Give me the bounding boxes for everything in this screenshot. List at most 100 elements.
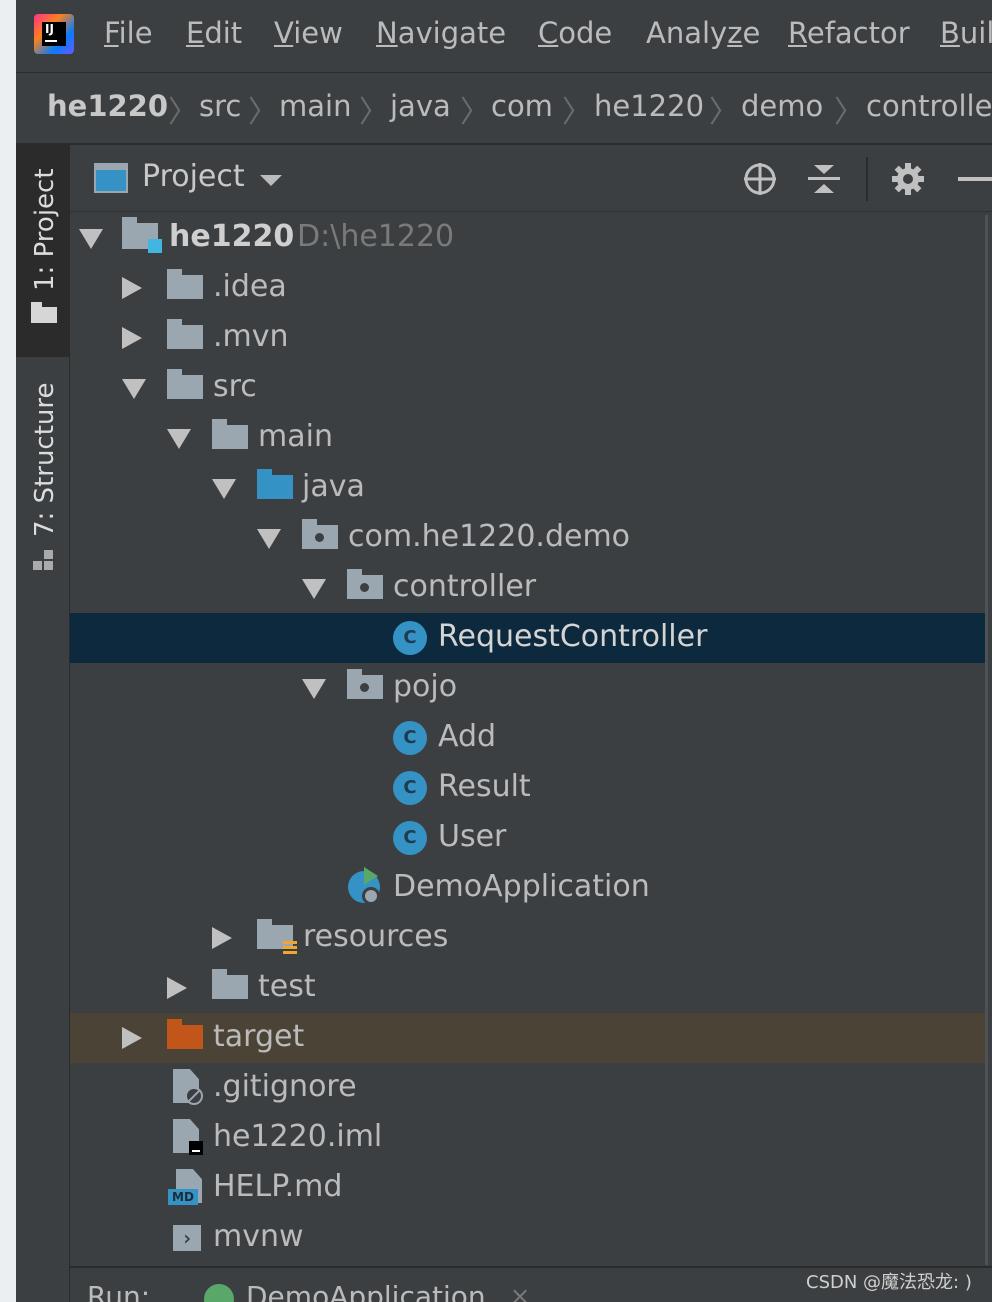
menu-edit[interactable]: Edit [186,16,242,50]
run-tab-demo-application[interactable]: DemoApplication [246,1280,486,1302]
tree-node-help[interactable]: MD HELP.md [70,1163,985,1213]
tree-label-request-controller: RequestController [438,619,708,654]
tree-label-mvnw: mvnw [213,1219,304,1254]
tree-label-iml: he1220.iml [213,1119,383,1154]
minimize-icon[interactable] [956,159,992,199]
expand-arrow-icon[interactable] [79,229,103,249]
close-icon[interactable]: × [510,1282,530,1302]
breadcrumb: he1220 〉 src 〉 main 〉 java 〉 com 〉 he122… [16,73,992,145]
tree-node-java[interactable]: java [70,463,985,513]
menu-code-label: ode [558,16,613,50]
ide-window: IJ File Edit View Navigate Code Analyze … [16,0,992,1302]
tree-node-package[interactable]: com.he1220.demo [70,513,985,563]
menu-code[interactable]: Code [538,16,612,50]
menu-navigate[interactable]: Navigate [376,16,506,50]
locate-icon[interactable] [740,159,780,199]
tree-node-main[interactable]: main [70,413,985,463]
menu-view[interactable]: View [274,16,343,50]
module-folder-icon [122,217,162,253]
collapse-arrow-icon[interactable] [122,1027,142,1049]
expand-arrow-icon[interactable] [122,379,146,399]
menu-file[interactable]: File [104,16,153,50]
tree-label-help: HELP.md [213,1169,343,1204]
tree-node-idea[interactable]: .idea [70,263,985,313]
tree-node-target[interactable]: target [70,1013,985,1063]
spring-boot-application-icon [348,867,382,905]
tree-node-test[interactable]: test [70,963,985,1013]
breadcrumb-item-he1220[interactable]: he1220 [594,89,704,123]
folder-icon [212,969,248,999]
expand-arrow-icon[interactable] [302,679,326,699]
intellij-logo-icon: IJ [34,14,74,54]
collapse-arrow-icon[interactable] [122,327,142,349]
folder-icon [212,419,248,449]
tree-node-iml[interactable]: he1220.iml [70,1113,985,1163]
menu-code-mnemonic: C [538,16,559,50]
menu-refactor-mnemonic: R [788,16,807,50]
menu-file-label: ile [118,16,153,50]
tree-node-demo-application[interactable]: DemoApplication [70,863,985,913]
tree-label-add: Add [438,719,497,754]
tree-node-mvn[interactable]: .mvn [70,313,985,363]
collapse-all-icon[interactable] [804,159,844,199]
tree-node-pojo[interactable]: pojo [70,663,985,713]
gear-icon[interactable] [888,159,928,199]
tree-node-resources[interactable]: resources [70,913,985,963]
tree-node-result[interactable]: C Result [70,763,985,813]
breadcrumb-separator: 〉 [168,95,198,130]
breadcrumb-separator: 〉 [359,95,389,130]
menu-build[interactable]: Buil [940,16,992,50]
chevron-down-icon[interactable] [260,175,282,186]
breadcrumb-item-main[interactable]: main [279,89,351,123]
header-divider [866,157,868,201]
breadcrumb-separator: 〉 [709,95,739,130]
tree-node-request-controller[interactable]: C RequestController [70,613,985,663]
tree-node-mvnw[interactable]: › mvnw [70,1213,985,1263]
tree-label-idea: .idea [213,269,287,304]
menu-analyze[interactable]: Analyze [646,16,760,50]
source-folder-icon [257,469,293,499]
panel-title[interactable]: Project [142,159,245,194]
expand-arrow-icon[interactable] [257,529,281,549]
package-icon [347,669,383,699]
spring-boot-icon [204,1284,234,1302]
markdown-icon: MD [168,1189,198,1205]
tree-node-src[interactable]: src [70,363,985,413]
breadcrumb-separator: 〉 [460,95,490,130]
folder-icon [167,269,203,299]
tree-label-target: target [213,1019,305,1054]
breadcrumb-item-java[interactable]: java [390,89,451,123]
breadcrumb-item-controller[interactable]: controlle [866,89,992,123]
tree-root-path: D:\he1220 [297,219,455,254]
menu-navigate-label: avigate [397,16,507,50]
tree-node-root[interactable]: he1220 D:\he1220 [70,213,985,263]
collapse-arrow-icon[interactable] [212,927,232,949]
structure-icon [33,548,57,572]
breadcrumb-item-demo[interactable]: demo [741,89,823,123]
breadcrumb-item-src[interactable]: src [199,89,241,123]
tree-label-mvn: .mvn [213,319,289,354]
logo-text: IJ [45,22,54,36]
breadcrumb-separator: 〉 [562,95,592,130]
scrollbar[interactable] [985,215,988,1265]
java-class-icon: C [393,821,427,855]
expand-arrow-icon[interactable] [167,429,191,449]
breadcrumb-item-project[interactable]: he1220 [47,89,168,123]
tree-node-gitignore[interactable]: .gitignore [70,1063,985,1113]
menu-refactor[interactable]: Refactor [788,16,910,50]
breadcrumb-separator: 〉 [834,95,864,130]
folder-icon [167,369,203,399]
collapse-arrow-icon[interactable] [122,277,142,299]
tab-project[interactable]: 1: Project [16,145,69,357]
tree-node-user[interactable]: C User [70,813,985,863]
expand-arrow-icon[interactable] [302,579,326,599]
collapse-arrow-icon[interactable] [167,977,187,999]
breadcrumb-item-com[interactable]: com [491,89,553,123]
package-icon [347,569,383,599]
menu-view-mnemonic: V [274,16,294,50]
expand-arrow-icon[interactable] [212,479,236,499]
tree-label-demo-application: DemoApplication [393,869,650,904]
tree-node-add[interactable]: C Add [70,713,985,763]
tree-label-package: com.he1220.demo [348,519,631,554]
tree-node-controller[interactable]: controller [70,563,985,613]
